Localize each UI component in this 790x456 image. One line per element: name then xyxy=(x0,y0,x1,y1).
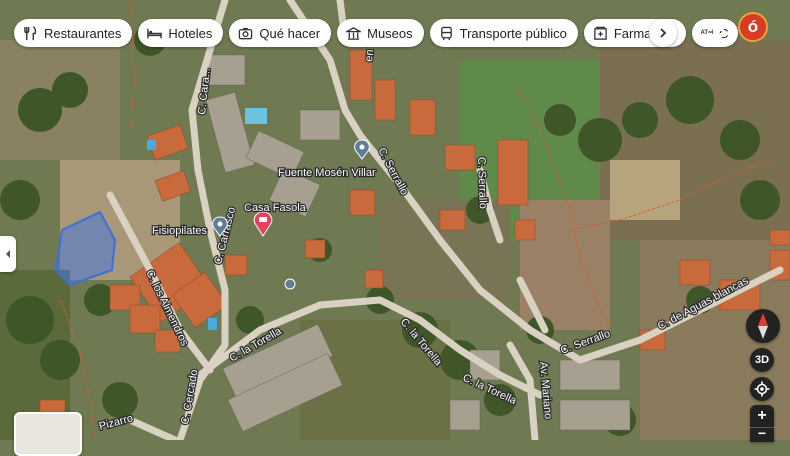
camera-icon xyxy=(239,27,253,39)
satellite-map[interactable]: en Villar C. Serrallo C. Serrallo C. Ser… xyxy=(0,0,790,440)
chip-que-hacer[interactable]: Qué hacer xyxy=(229,19,332,47)
apps-grid-icon[interactable] xyxy=(706,19,726,39)
account-avatar[interactable]: ó xyxy=(738,12,768,42)
zoom-in-button[interactable]: + xyxy=(750,405,774,427)
chip-museos[interactable]: Museos xyxy=(337,19,424,47)
compass-icon xyxy=(758,313,768,339)
chevron-right-icon xyxy=(660,28,667,38)
fork-knife-icon xyxy=(24,25,37,40)
chip-label: Transporte público xyxy=(459,25,567,41)
collapse-panel-button[interactable] xyxy=(0,236,16,272)
place-label-fisiopilates[interactable]: Fisiopilates xyxy=(151,224,209,239)
my-location-button[interactable] xyxy=(750,377,774,401)
layers-thumbnail-button[interactable] xyxy=(14,412,82,456)
chip-hoteles[interactable]: Hoteles xyxy=(138,19,224,47)
small-poi-icon[interactable] xyxy=(284,278,296,290)
chips-next-button[interactable] xyxy=(649,19,677,47)
street-label-serrallo-mid: C. Serrallo xyxy=(475,157,489,209)
tilt-3d-button[interactable]: 3D xyxy=(750,348,774,372)
chip-label: Qué hacer xyxy=(259,25,321,41)
pharmacy-icon xyxy=(594,26,607,40)
chip-transporte[interactable]: Transporte público xyxy=(429,19,578,47)
category-chip-bar: Restaurantes Hoteles Qué hacer Museos Tr… xyxy=(14,19,738,47)
bed-icon xyxy=(147,28,163,38)
chip-label: Hoteles xyxy=(168,25,213,41)
chip-restaurantes[interactable]: Restaurantes xyxy=(14,19,133,47)
crosshair-icon xyxy=(754,381,770,397)
chip-label: Restaurantes xyxy=(44,25,122,41)
bus-icon xyxy=(440,26,452,40)
museum-icon xyxy=(346,26,362,40)
caret-left-icon xyxy=(6,250,10,258)
compass-button[interactable] xyxy=(746,309,780,343)
chip-label: Museos xyxy=(367,25,413,41)
place-label-casa-fasola[interactable]: Casa Fasola xyxy=(243,201,308,216)
place-label-fuente[interactable]: Fuente Mosén Villar xyxy=(277,166,377,181)
